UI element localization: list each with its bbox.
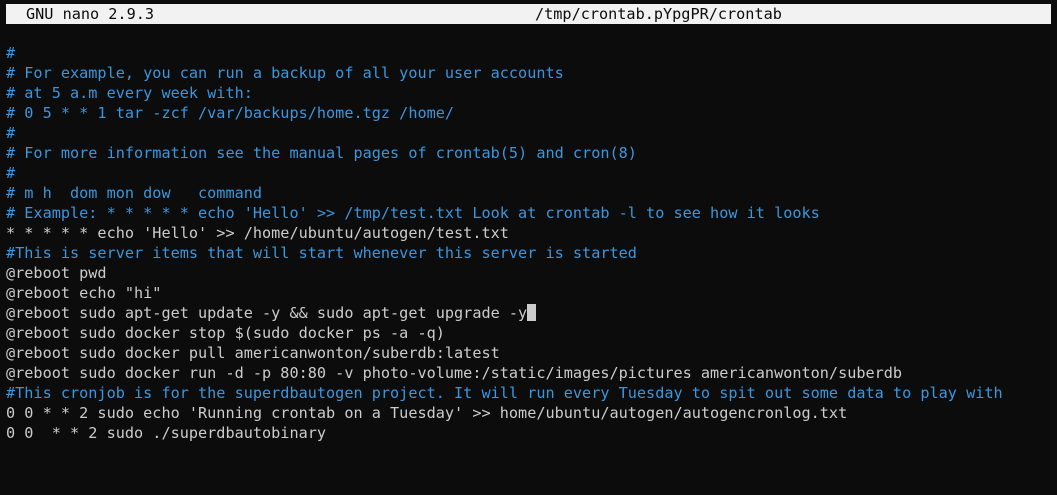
editor-line[interactable]: #This is server items that will start wh… [6,243,1051,263]
editor-line-text: @reboot sudo apt-get update -y && sudo a… [6,304,528,322]
editor-line[interactable]: 0 0 * * 2 sudo ./superdbautobinary [6,423,1051,443]
editor-line[interactable]: @reboot sudo docker run -d -p 80:80 -v p… [6,363,1051,383]
editor-line[interactable]: # [6,163,1051,183]
editor-line[interactable]: # For more information see the manual pa… [6,143,1051,163]
editor-buffer[interactable]: # # For example, you can run a backup of… [6,43,1051,443]
editor-line[interactable]: @reboot echo "hi" [6,283,1051,303]
editor-line[interactable]: @reboot pwd [6,263,1051,283]
editor-line[interactable]: # Example: * * * * * echo 'Hello' >> /tm… [6,203,1051,223]
editor-line[interactable]: @reboot sudo docker pull americanwonton/… [6,343,1051,363]
editor-line[interactable]: # m h dom mon dow command [6,183,1051,203]
nano-title-bar: GNU nano 2.9.3 /tmp/crontab.pYpgPR/cront… [6,4,1051,24]
editor-line[interactable]: * * * * * echo 'Hello' >> /home/ubuntu/a… [6,223,1051,243]
editor-line[interactable]: # 0 5 * * 1 tar -zcf /var/backups/home.t… [6,103,1051,123]
editor-line[interactable]: # For example, you can run a backup of a… [6,63,1051,83]
editor-line[interactable]: # at 5 a.m every week with: [6,83,1051,103]
editor-line[interactable]: # [6,43,1051,63]
editor-line[interactable]: 0 0 * * 2 sudo echo 'Running crontab on … [6,403,1051,423]
editor-line[interactable]: @reboot sudo docker stop $(sudo docker p… [6,323,1051,343]
editor-line[interactable]: # [6,123,1051,143]
nano-version: GNU nano 2.9.3 [26,5,155,23]
editor-line-with-cursor[interactable]: @reboot sudo apt-get update -y && sudo a… [6,303,1051,323]
file-path: /tmp/crontab.pYpgPR/crontab [535,5,782,23]
editor-line[interactable]: #This cronjob is for the superdbautogen … [6,383,1051,403]
text-cursor [527,304,537,321]
